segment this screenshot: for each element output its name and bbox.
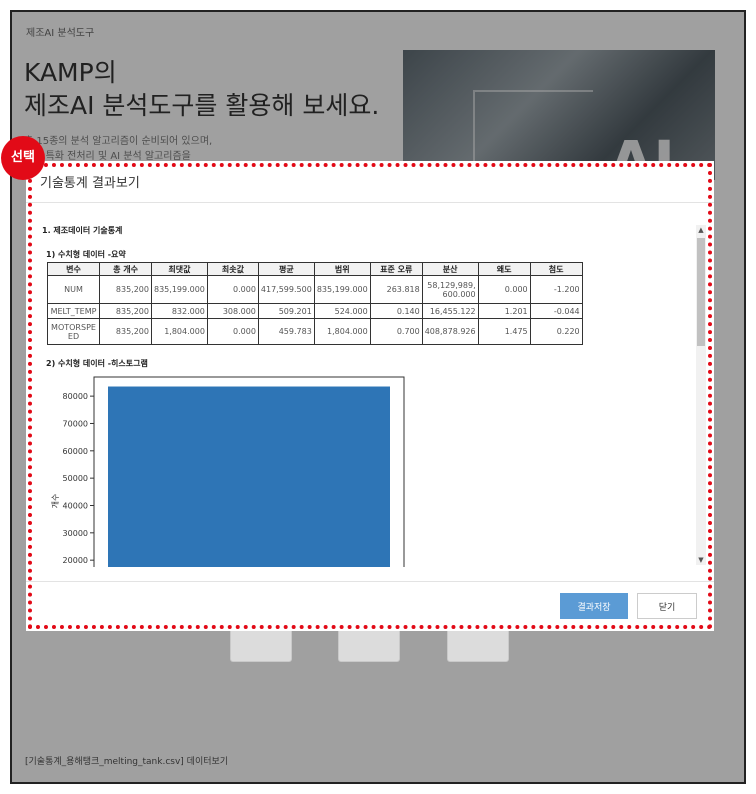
selection-badge: 선택 — [1, 136, 45, 180]
data-view-caption: [기술통계_용해탱크_melting_tank.csv] 데이터보기 — [25, 757, 229, 767]
selection-highlight-frame — [28, 163, 712, 629]
